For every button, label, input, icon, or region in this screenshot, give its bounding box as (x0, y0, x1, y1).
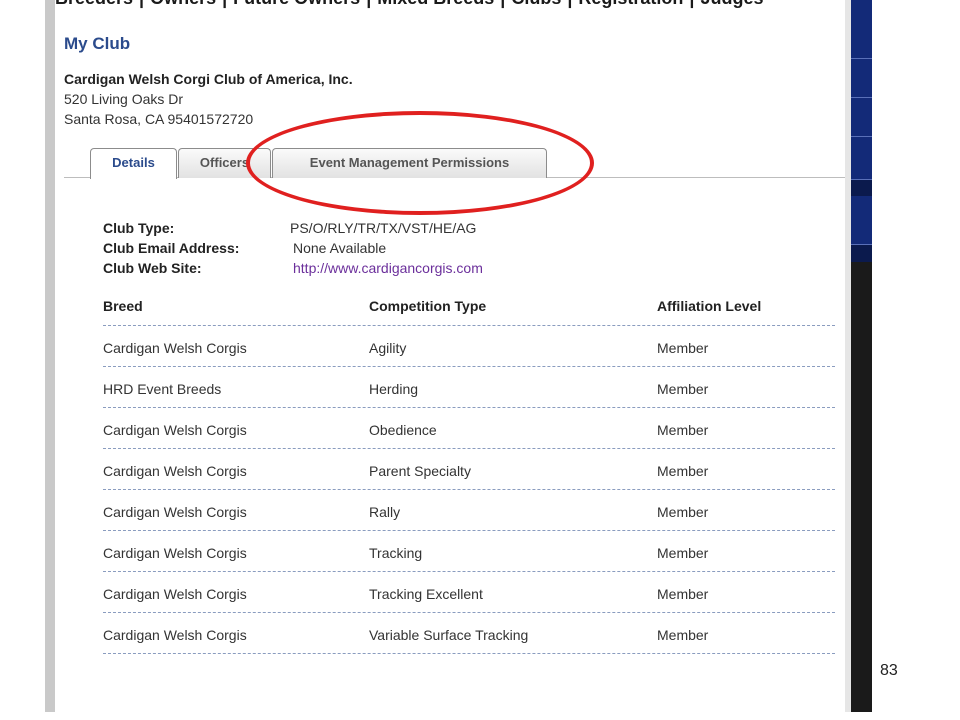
nav-item-clubs[interactable]: Clubs (511, 0, 561, 8)
side-panel-image (851, 262, 872, 712)
breed-cell: Cardigan Welsh Corgis (103, 586, 247, 602)
table-row: Cardigan Welsh Corgis Agility Member (103, 326, 835, 367)
side-panel-block (851, 59, 872, 98)
breed-cell: Cardigan Welsh Corgis (103, 422, 247, 438)
breed-cell: Cardigan Welsh Corgis (103, 627, 247, 643)
window-left-border (45, 0, 55, 712)
header-competition-type: Competition Type (369, 298, 487, 314)
nav-item-owners[interactable]: Owners (150, 0, 216, 8)
side-panel-block (851, 98, 872, 137)
table-row: Cardigan Welsh Corgis Rally Member (103, 490, 835, 531)
competition-type-cell: Obedience (369, 422, 437, 438)
club-email-value: None Available (293, 240, 387, 256)
tab-details[interactable]: Details (90, 148, 177, 179)
nav-item-judges[interactable]: Judges (700, 0, 763, 8)
nav-separator: | (366, 0, 371, 8)
competition-type-cell: Herding (369, 381, 419, 397)
affiliation-level-cell: Member (657, 545, 709, 561)
annotation-circle (246, 111, 594, 215)
club-website-label: Club Web Site: (103, 260, 202, 276)
affiliation-level-cell: Member (657, 463, 709, 479)
affiliation-level-cell: Member (657, 340, 709, 356)
competition-type-cell: Rally (369, 504, 401, 520)
affiliation-level-cell: Member (657, 627, 709, 643)
club-name: Cardigan Welsh Corgi Club of America, In… (64, 71, 353, 87)
competition-type-cell: Variable Surface Tracking (369, 627, 529, 643)
breed-cell: Cardigan Welsh Corgis (103, 545, 247, 561)
affiliation-level-cell: Member (657, 422, 709, 438)
competition-type-cell: Agility (369, 340, 407, 356)
slide-number: 83 (880, 662, 898, 679)
breed-cell: Cardigan Welsh Corgis (103, 504, 247, 520)
dark-side-panel (851, 0, 872, 712)
top-navigation: Breeders | Owners | Future Owners | Mixed Bree… (55, 0, 845, 10)
nav-item-future-owners[interactable]: Future Owners (233, 0, 360, 8)
club-website-link[interactable]: http://www.cardigancorgis.com (293, 260, 483, 276)
page-title: My Club (64, 34, 131, 53)
club-address-line2: Santa Rosa, CA 95401572720 (64, 111, 254, 127)
affiliation-level-cell: Member (657, 381, 709, 397)
competition-type-cell: Parent Specialty (369, 463, 471, 479)
table-row: Cardigan Welsh Corgis Parent Specialty Mem… (103, 449, 835, 490)
table-row: Cardigan Welsh Corgis Obedience Member (103, 408, 835, 449)
table-row: Cardigan Welsh Corgis Tracking Excellent M… (103, 572, 835, 613)
competition-type-cell: Tracking Excellent (369, 586, 483, 602)
nav-separator: | (567, 0, 572, 8)
breed-cell: Cardigan Welsh Corgis (103, 463, 247, 479)
club-email-label: Club Email Address: (103, 240, 240, 256)
club-type-label: Club Type: (103, 220, 175, 236)
table-header: Breed Competition Type Affiliation Level (103, 297, 835, 326)
table-row: Cardigan Welsh Corgis Variable Surface Tr… (103, 613, 835, 654)
competition-type-cell: Tracking (369, 545, 423, 561)
breed-cell: HRD Event Breeds (103, 381, 222, 397)
affiliation-level-cell: Member (657, 504, 709, 520)
table-row: HRD Event Breeds Herding Member (103, 367, 835, 408)
affiliation-level-cell: Member (657, 586, 709, 602)
breed-cell: Cardigan Welsh Corgis (103, 340, 247, 356)
club-address-line1: 520 Living Oaks Dr (64, 91, 184, 107)
side-panel-block (851, 0, 872, 59)
nav-item-registration[interactable]: Registration (578, 0, 683, 8)
table-body: Cardigan Welsh Corgis Agility Member HRD Ev… (103, 326, 835, 654)
nav-item-mixed-breeds[interactable]: Mixed Breeds (377, 0, 494, 8)
side-panel-block (851, 137, 872, 180)
table-row: Cardigan Welsh Corgis Tracking Member (103, 531, 835, 572)
nav-separator: | (139, 0, 144, 8)
nav-separator: | (689, 0, 694, 8)
header-affiliation-level: Affiliation Level (657, 298, 762, 314)
header-breed: Breed (103, 298, 143, 314)
nav-item-breeders[interactable]: Breeders (55, 0, 133, 8)
club-type-value: PS/O/RLY/TR/TX/VST/HE/AG (290, 220, 477, 236)
side-panel-block (851, 196, 872, 245)
affiliation-table: Breed Competition Type Affiliation Level… (103, 297, 835, 654)
nav-separator: | (222, 0, 227, 8)
nav-separator: | (500, 0, 505, 8)
